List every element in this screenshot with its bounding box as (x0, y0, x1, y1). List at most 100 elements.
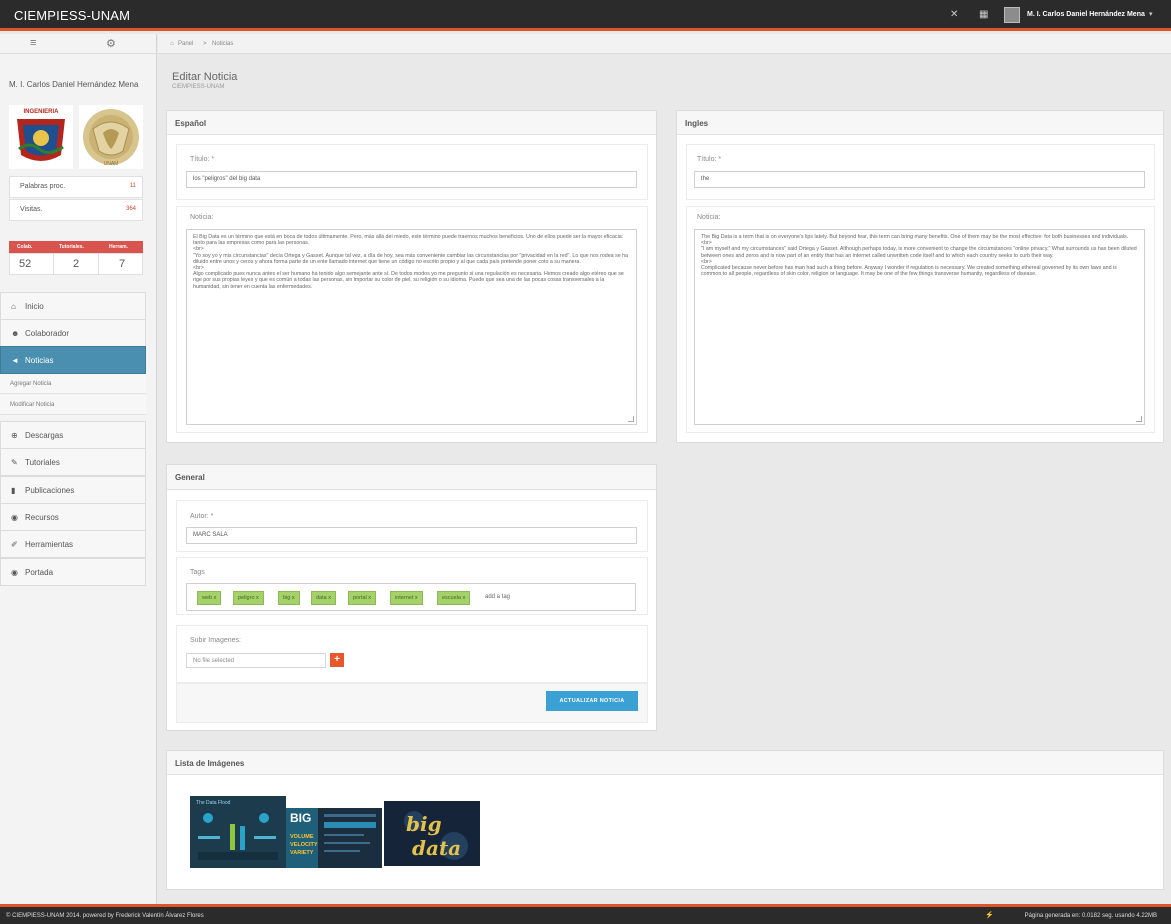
sidebar-item-noticias[interactable]: ◄ Noticias (0, 346, 146, 374)
sidebar-item-label: Recursos (25, 513, 59, 522)
sidebar-item-inicio[interactable]: ⌂ Inicio (0, 292, 146, 320)
panel-header: Español (167, 111, 656, 135)
sidebar-item-portada[interactable]: ◉ Portada (0, 558, 146, 586)
book-icon: ▮ (11, 486, 16, 495)
upload-label: Subir Imagenes: (190, 637, 241, 644)
autor-group (176, 500, 648, 552)
tag-remove-icon[interactable]: x (328, 595, 331, 601)
tag-text: web (202, 595, 213, 601)
actualizar-noticia-button[interactable]: ACTUALIZAR NOTICIA (546, 691, 638, 711)
counts-header: Colab. Tutoriales. Herram. (9, 241, 143, 253)
thumb-text: VOLUME (290, 834, 314, 840)
grid-icon[interactable]: ▦ (979, 9, 988, 20)
titulo-label: Título: * (190, 156, 215, 163)
tag-remove-icon[interactable]: x (415, 595, 418, 601)
titulo-en-input[interactable]: the (694, 171, 1145, 188)
titulo-label: Título: * (697, 156, 722, 163)
footer-credits: © CIEMPIESS-UNAM 2014. powered by Freder… (6, 913, 204, 919)
sidebar-item-herramientas[interactable]: ✐ Herramientas (0, 530, 146, 558)
noticia-label: Noticia: (190, 214, 214, 221)
tag-text: internet (395, 595, 414, 601)
page-subtitle: CIEMPIESS-UNAM (172, 84, 225, 90)
sidebar-item-label: Descargas (25, 431, 64, 440)
top-navbar: CIEMPIESS-UNAM ✕ ▦ M. I. Carlos Daniel H… (0, 0, 1171, 31)
sidebar-item-colaborador[interactable]: ☻ Colaborador (0, 319, 146, 347)
submenu-label: Agregar Noticia (10, 381, 52, 387)
panel-header: General (167, 465, 656, 490)
stat-value: 364 (125, 206, 136, 212)
tag-remove-icon[interactable]: x (214, 595, 217, 601)
tags-input[interactable]: web x peligro x big x data x portal x in… (186, 583, 636, 611)
wrench-icon: ✐ (11, 540, 18, 549)
tag-remove-icon[interactable]: x (463, 595, 466, 601)
sidebar-item-label: Inicio (25, 302, 44, 311)
top-user-name[interactable]: M. I. Carlos Daniel Hernández Mena (1027, 11, 1145, 18)
count-value: 52 (19, 258, 32, 270)
panel-title: Ingles (685, 119, 709, 128)
sidebar-item-label: Noticias (25, 356, 54, 365)
tag-remove-icon[interactable]: x (292, 595, 295, 601)
count-value: 7 (119, 258, 126, 270)
tag-chip[interactable]: web x (197, 591, 222, 605)
panel-header: Ingles (677, 111, 1163, 135)
add-tag-input[interactable]: add a tag (485, 594, 510, 600)
add-file-button[interactable]: + (330, 653, 344, 667)
tag-chip[interactable]: portal x (348, 591, 377, 605)
thumb-text: VARIETY (290, 850, 314, 856)
home-icon[interactable]: ⌂ (170, 41, 174, 47)
resize-handle[interactable] (1136, 416, 1142, 422)
tag-remove-icon[interactable]: x (256, 595, 259, 601)
count-header: Colab. (17, 244, 33, 250)
sidebar-item-publicaciones[interactable]: ▮ Publicaciones (0, 476, 146, 504)
titulo-es-input[interactable]: los "peligros" del big data (186, 171, 637, 188)
users-icon: ☻ (11, 329, 20, 338)
breadcrumb-current: Noticias (212, 41, 234, 47)
thumb-text: The Data Flood (196, 800, 231, 806)
tag-chip[interactable]: big x (278, 591, 300, 605)
tag-text: data (316, 595, 327, 601)
submenu-agregar-noticia[interactable]: Agregar Noticia (0, 374, 146, 394)
app-brand[interactable]: CIEMPIESS-UNAM (14, 8, 130, 23)
tag-remove-icon[interactable]: x (368, 595, 371, 601)
menu-toggle-icon[interactable]: ≡ (30, 37, 36, 49)
tag-chip[interactable]: peligro x (233, 591, 264, 605)
logo-ingenieria-text: INGENIERIA (23, 109, 59, 115)
sidebar-item-label: Herramientas (25, 540, 74, 549)
divider (53, 253, 54, 275)
autor-input[interactable]: MARC SALA (186, 527, 637, 544)
thumb-text: BIG (290, 811, 311, 825)
tag-chip[interactable]: data x (311, 591, 336, 605)
submenu-modificar-noticia[interactable]: Modificar Noticia (0, 395, 146, 415)
sidebar-item-descargas[interactable]: ⊕ Descargas (0, 421, 146, 449)
image-thumb-big-data-glow[interactable]: big data (384, 801, 480, 866)
sidebar-item-recursos[interactable]: ◉ Recursos (0, 503, 146, 531)
image-thumb-big-data[interactable]: BIG VOLUME VELOCITY VARIETY (286, 808, 382, 868)
breadcrumb: ⌂ Panel > Noticias (158, 34, 1171, 54)
caret-down-icon[interactable]: ▾ (1149, 10, 1153, 18)
panel-title: Español (175, 119, 207, 128)
resize-handle[interactable] (628, 416, 634, 422)
image-thumb-infographic[interactable]: The Data Flood (190, 796, 286, 868)
download-icon: ⊕ (11, 431, 18, 440)
sidebar-item-label: Tutoriales (25, 458, 60, 467)
footer-stats: Página generada en: 0.0182 seg. usando 4… (1024, 913, 1157, 919)
globe-icon: ◉ (11, 513, 18, 522)
sidebar-item-tutoriales[interactable]: ✎ Tutoriales (0, 448, 146, 476)
tag-chip[interactable]: escuela x (437, 591, 471, 605)
noticia-en-textarea[interactable]: The Big Data is a term that is on everyo… (694, 229, 1145, 425)
user-avatar[interactable] (1004, 7, 1020, 23)
noticia-es-textarea[interactable]: El Big Data es un término que está en bo… (186, 229, 637, 425)
breadcrumb-separator: > (203, 41, 207, 47)
panel-title: General (175, 473, 205, 482)
stat-label: Visitas. (20, 206, 43, 213)
count-header: Herram. (109, 244, 128, 250)
tag-text: peligro (238, 595, 255, 601)
settings-icon[interactable]: ⚙ (106, 37, 116, 50)
file-input[interactable]: No file selected (186, 653, 326, 668)
textarea-line: Complicated because never before has man… (701, 265, 1117, 278)
textarea-line: Algo complicado pues nunca antes el ser … (193, 271, 624, 290)
tag-chip[interactable]: internet x (390, 591, 423, 605)
breadcrumb-home[interactable]: Panel (178, 41, 193, 47)
fullscreen-icon[interactable]: ✕ (950, 9, 958, 20)
stat-visitas: Visitas. 364 (9, 199, 143, 221)
